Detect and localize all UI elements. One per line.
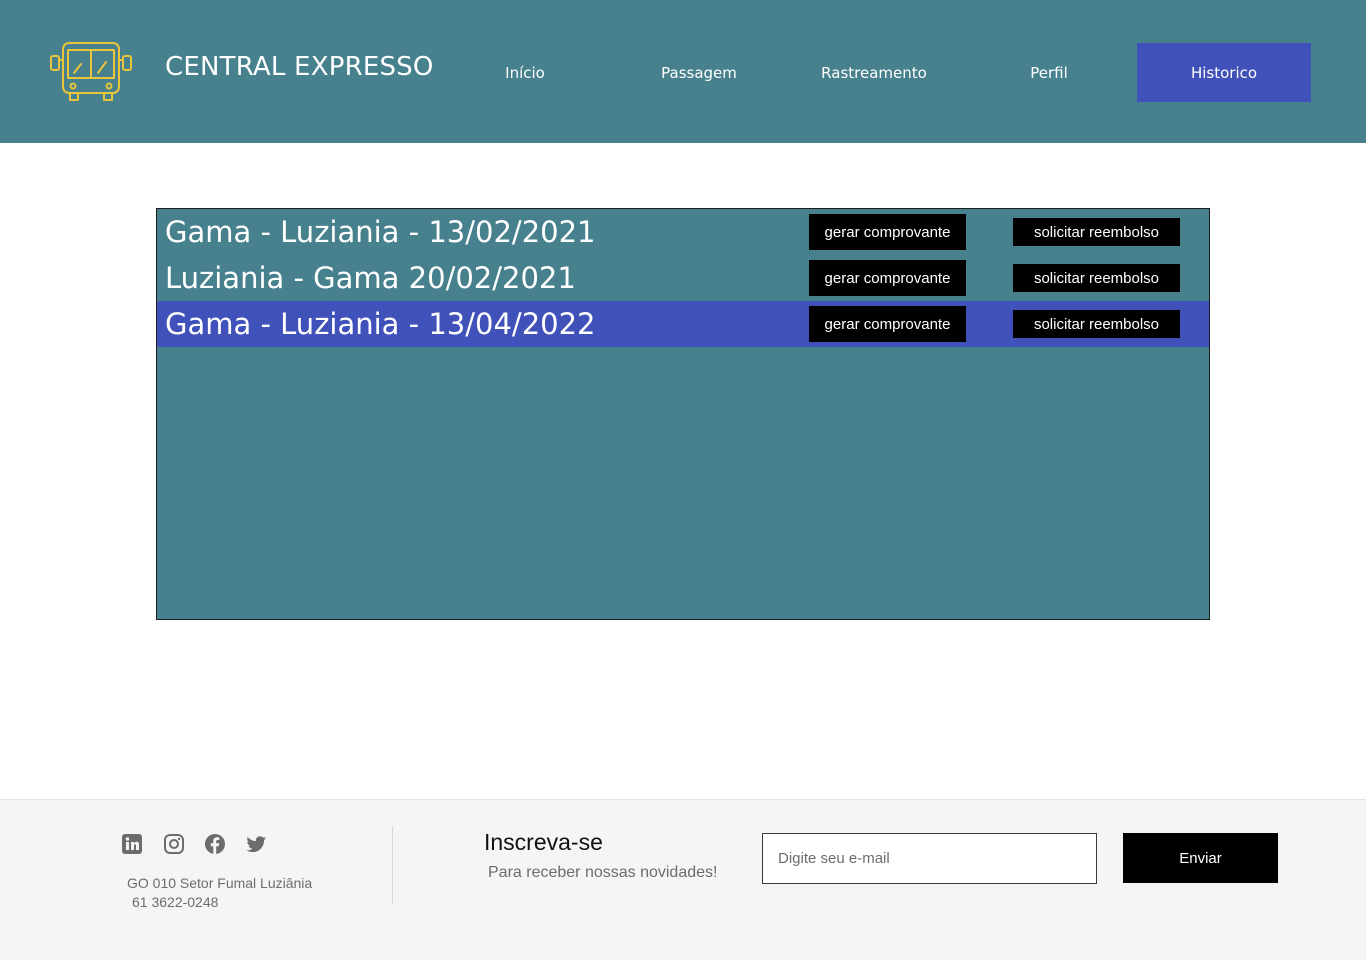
subscribe-title: Inscreva-se (484, 829, 603, 855)
email-field[interactable] (762, 833, 1097, 884)
phone-number: 61 3622-0248 (132, 894, 219, 910)
trip-label: Luziania - Gama 20/02/2021 (165, 261, 576, 295)
address-line: GO 010 Setor Fumal Luziânia (127, 875, 313, 891)
nav-item-rastreamento[interactable]: Rastreamento (787, 43, 961, 102)
footer-divider (392, 826, 393, 904)
send-button[interactable]: Enviar (1123, 833, 1278, 883)
instagram-icon[interactable] (163, 833, 185, 855)
nav-item-historico[interactable]: Historico (1137, 43, 1311, 102)
trip-history-panel: Gama - Luziania - 13/02/2021 gerar compr… (156, 208, 1210, 620)
generate-receipt-button[interactable]: gerar comprovante (809, 214, 966, 250)
trip-row[interactable]: Gama - Luziania - 13/02/2021 gerar compr… (157, 209, 1209, 255)
twitter-icon[interactable] (245, 833, 267, 855)
facebook-icon[interactable] (204, 833, 226, 855)
trip-row[interactable]: Luziania - Gama 20/02/2021 gerar comprov… (157, 255, 1209, 301)
linkedin-icon[interactable] (121, 833, 143, 855)
company-address: GO 010 Setor Fumal Luziânia 61 3622-0248 (127, 874, 312, 912)
subscribe-subtitle: Para receber nossas novidades! (488, 864, 718, 881)
nav-item-perfil[interactable]: Perfil (962, 43, 1136, 102)
site-footer: GO 010 Setor Fumal Luziânia 61 3622-0248… (0, 799, 1366, 960)
generate-receipt-button[interactable]: gerar comprovante (809, 306, 966, 342)
brand-name: CENTRAL EXPRESSO (165, 52, 434, 82)
nav-item-inicio[interactable]: Início (438, 43, 612, 102)
request-refund-button[interactable]: solicitar reembolso (1013, 218, 1180, 246)
trip-row-selected[interactable]: Gama - Luziania - 13/04/2022 gerar compr… (157, 301, 1209, 347)
bus-icon[interactable] (48, 40, 134, 104)
request-refund-button[interactable]: solicitar reembolso (1013, 264, 1180, 292)
trip-label: Gama - Luziania - 13/04/2022 (165, 307, 596, 341)
nav-item-passagem[interactable]: Passagem (612, 43, 786, 102)
request-refund-button[interactable]: solicitar reembolso (1013, 310, 1180, 338)
trip-label: Gama - Luziania - 13/02/2021 (165, 215, 596, 249)
generate-receipt-button[interactable]: gerar comprovante (809, 260, 966, 296)
top-header: CENTRAL EXPRESSO Início Passagem Rastrea… (0, 0, 1366, 143)
